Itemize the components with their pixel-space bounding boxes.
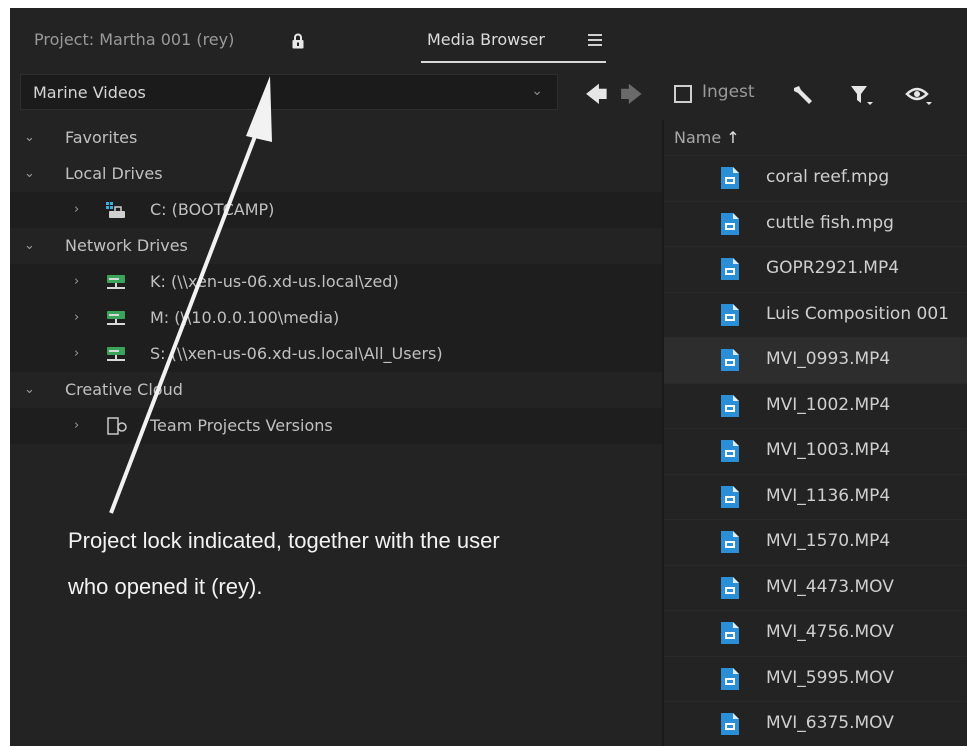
annotation-line: who opened it (rey). [68,574,263,599]
annotation-caption: Project lock indicated, together with th… [68,518,628,610]
annotation-line: Project lock indicated, together with th… [68,528,500,553]
annotation-arrow [109,76,272,514]
media-browser-panel: Project: Martha 001 (rey) Media Browser … [10,8,967,746]
